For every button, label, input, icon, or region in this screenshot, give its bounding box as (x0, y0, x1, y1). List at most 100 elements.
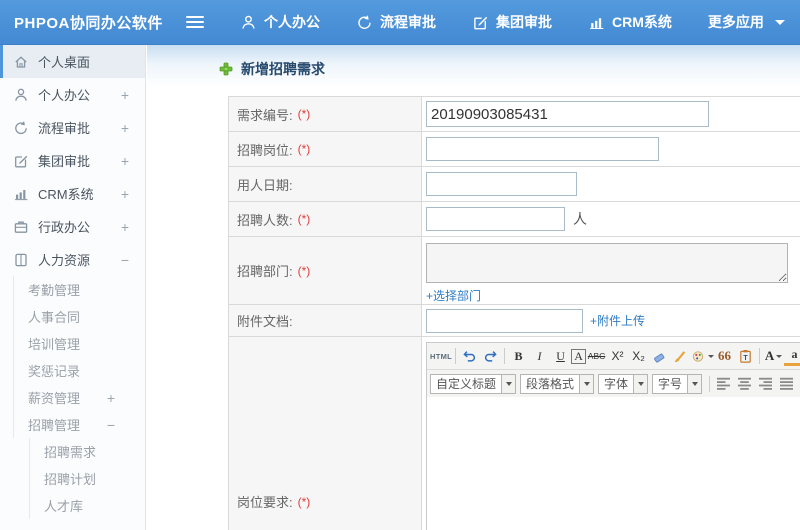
sidebar-item[interactable]: 人才库 (0, 492, 145, 519)
required-marker: (*) (297, 142, 311, 156)
top-nav: 个人办公 流程审批 集团审批 CRM系统 更多应用 (240, 12, 785, 32)
sidebar-item[interactable]: 个人桌面 (0, 45, 145, 78)
format-brush-icon[interactable] (691, 346, 715, 366)
nav-item[interactable]: 个人办公 (240, 12, 320, 32)
expand-toggle[interactable]: + (121, 88, 129, 102)
field-label: 附件文档: (229, 305, 422, 336)
superscript-button[interactable]: X² (607, 346, 628, 366)
chevron-down-icon[interactable] (633, 374, 648, 393)
sidebar-item[interactable]: CRM系统 + (0, 177, 145, 210)
page-header: 新增招聘需求 (147, 45, 800, 87)
chevron-down-icon[interactable] (501, 374, 516, 393)
font-color-button[interactable]: A (763, 346, 784, 366)
expand-toggle[interactable]: + (121, 220, 129, 234)
italic-button[interactable]: I (529, 346, 550, 366)
headcount-unit: 人 (573, 211, 587, 227)
align-justify-icon[interactable] (776, 374, 797, 394)
paste-icon[interactable]: T (735, 346, 756, 366)
align-right-icon[interactable] (755, 374, 776, 394)
expand-toggle[interactable]: + (121, 154, 129, 168)
sidebar-item[interactable]: 招聘管理 − (0, 411, 145, 438)
expand-toggle[interactable]: + (121, 121, 129, 135)
department-textarea[interactable] (426, 243, 788, 283)
nav-item[interactable]: 集团审批 (472, 12, 552, 32)
book-icon (13, 252, 29, 268)
position-input[interactable] (426, 137, 659, 161)
required-marker: (*) (297, 263, 311, 278)
sidebar-item[interactable]: 招聘计划 (0, 465, 145, 492)
form-row-headcount: 招聘人数: (*) 人 (229, 202, 800, 237)
form-row-request-code: 需求编号: (*) (229, 97, 800, 132)
bold-button[interactable]: B (508, 346, 529, 366)
eraser-icon[interactable] (649, 346, 670, 366)
sidebar-item[interactable]: 奖惩记录 (0, 357, 145, 384)
redo-icon[interactable] (480, 346, 501, 366)
nav-item[interactable]: 更多应用 (708, 12, 785, 32)
svg-text:T: T (743, 354, 748, 361)
sidebar-item[interactable]: 集团审批 + (0, 144, 145, 177)
sidebar-item[interactable]: 培训管理 (0, 330, 145, 357)
subscript-button[interactable]: X₂ (628, 346, 649, 366)
strikethrough-button[interactable]: ABC (586, 346, 607, 366)
custom-heading-select[interactable]: 自定义标题 (430, 373, 517, 394)
expand-toggle[interactable]: + (121, 187, 129, 201)
sidebar-item[interactable]: 人力资源 − (0, 243, 145, 276)
recruitment-request-form: 需求编号: (*) 招聘岗位: (*) 用人 (228, 96, 800, 530)
font-size-select[interactable]: 字号 (652, 373, 703, 394)
editor-toolbar-bottom: 自定义标题 段落格式 字体 字号 (427, 370, 800, 397)
edit-icon (472, 14, 489, 31)
main-content: 新增招聘需求 需求编号: (*) 招聘岗位: (*) (147, 45, 800, 530)
undo-icon[interactable] (459, 346, 480, 366)
blockquote-button[interactable]: 66 (714, 346, 735, 366)
form-row-attachment: 附件文档: +附件上传 (229, 305, 800, 337)
font-family-select[interactable]: 字体 (598, 373, 649, 394)
chevron-down-icon[interactable] (579, 374, 594, 393)
caret-down-icon[interactable] (774, 19, 785, 25)
attachment-input[interactable] (426, 308, 583, 333)
required-marker: (*) (297, 107, 311, 121)
sidebar-item[interactable]: 人事合同 (0, 303, 145, 330)
chart-icon (588, 14, 605, 31)
paragraph-format-select[interactable]: 段落格式 (520, 373, 595, 394)
sidebar-item[interactable]: 招聘需求 (0, 438, 145, 465)
editor-toolbar-top: HTML B I U A ABC X² X₂ 66 T A a (427, 343, 800, 370)
brush-icon[interactable] (670, 346, 691, 366)
field-label: 用人日期: (229, 167, 422, 201)
sidebar-item[interactable]: 个人办公 + (0, 78, 145, 111)
user-icon (240, 14, 257, 31)
sidebar-item[interactable]: 流程审批 + (0, 111, 145, 144)
field-label: 招聘部门: (*) (229, 237, 422, 304)
chevron-down-icon[interactable] (687, 374, 702, 393)
sidebar-item[interactable]: 薪资管理 + (0, 384, 145, 411)
field-label: 岗位要求: (*) (229, 337, 422, 530)
expand-toggle[interactable]: − (107, 418, 115, 432)
sidebar-item[interactable]: 考勤管理 (0, 276, 145, 303)
request-code-input[interactable] (426, 101, 709, 127)
sidebar: 个人桌面 个人办公 + 流程审批 + 集团审批 + CRM系统 + 行政办公 + 人力资源 − 考勤管理人… (0, 45, 146, 530)
expand-toggle[interactable]: − (121, 253, 129, 267)
edit-icon (13, 153, 29, 169)
menu-toggle-icon[interactable] (186, 13, 206, 31)
attachment-upload-link[interactable]: +附件上传 (590, 312, 645, 329)
headcount-input[interactable] (426, 207, 565, 231)
font-style-button[interactable]: A (571, 348, 587, 364)
expand-toggle[interactable]: + (107, 391, 115, 405)
select-department-link[interactable]: +选择部门 (426, 287, 481, 304)
highlight-color-button[interactable]: a (784, 346, 800, 366)
process-icon (356, 14, 373, 31)
field-label: 招聘人数: (*) (229, 202, 422, 236)
nav-item[interactable]: 流程审批 (356, 12, 436, 32)
add-plus-icon (219, 62, 233, 76)
editor-content-area[interactable] (427, 397, 800, 530)
nav-item[interactable]: CRM系统 (588, 12, 672, 32)
form-row-position: 招聘岗位: (*) (229, 132, 800, 167)
form-row-department: 招聘部门: (*) +选择部门 (229, 237, 800, 305)
html-source-button[interactable]: HTML (430, 346, 452, 366)
underline-button[interactable]: U (550, 346, 571, 366)
form-row-hire-date: 用人日期: (229, 167, 800, 202)
align-left-icon[interactable] (713, 374, 734, 394)
align-center-icon[interactable] (734, 374, 755, 394)
field-label: 招聘岗位: (*) (229, 132, 422, 166)
hire-date-input[interactable] (426, 172, 577, 196)
sidebar-item[interactable]: 行政办公 + (0, 210, 145, 243)
